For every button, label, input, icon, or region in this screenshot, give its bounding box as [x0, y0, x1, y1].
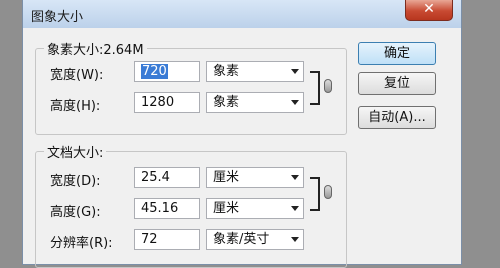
resolution-unit-select[interactable]: 象素/英寸 [206, 229, 304, 250]
doc-height-input[interactable]: 45.16 [134, 198, 200, 219]
close-icon: ✕ [423, 1, 435, 17]
chevron-down-icon [291, 69, 299, 74]
doc-height-unit-select[interactable]: 厘米 [206, 198, 304, 219]
resolution-label: 分辨率(R): [50, 236, 113, 251]
close-button[interactable]: ✕ [405, 0, 453, 21]
pixel-width-unit-select[interactable]: 象素 [206, 61, 304, 82]
doc-height-label: 高度(G): [50, 205, 101, 220]
chevron-down-icon [291, 100, 299, 105]
chain-link-icon[interactable] [324, 79, 332, 93]
doc-width-unit-select[interactable]: 厘米 [206, 167, 304, 188]
document-size-group: 文档大小: 宽度(D): 25.4 厘米 高度(G): 45.16 厘米 分辨率… [35, 142, 347, 268]
image-size-dialog: 图象大小 ✕ 象素大小:2.64M 宽度(W): 720 象素 高度(H): 1… [22, 0, 462, 268]
ok-button[interactable]: 确定 [358, 42, 436, 65]
document-size-legend: 文档大小: [44, 142, 107, 161]
chevron-down-icon [291, 175, 299, 180]
pixel-height-label: 高度(H): [50, 99, 101, 114]
doc-width-label: 宽度(D): [50, 174, 101, 189]
chevron-down-icon [291, 237, 299, 242]
resolution-input[interactable]: 72 [134, 229, 200, 250]
dialog-title: 图象大小 [31, 10, 84, 25]
auto-button[interactable]: 自动(A)... [358, 106, 436, 129]
pixel-dimensions-legend: 象素大小:2.64M [44, 39, 147, 58]
pixel-height-unit-select[interactable]: 象素 [206, 92, 304, 113]
pixel-width-input[interactable]: 720 [134, 61, 200, 82]
title-bar: 图象大小 ✕ [23, 0, 461, 29]
pixel-dimensions-group: 象素大小:2.64M 宽度(W): 720 象素 高度(H): 1280 象素 [35, 39, 347, 135]
pixel-height-input[interactable]: 1280 [134, 92, 200, 113]
doc-width-input[interactable]: 25.4 [134, 167, 200, 188]
pixel-width-label: 宽度(W): [50, 68, 104, 83]
chevron-down-icon [291, 206, 299, 211]
chain-link-icon[interactable] [324, 185, 332, 199]
reset-button[interactable]: 复位 [358, 72, 436, 95]
constrain-bracket [310, 177, 320, 211]
constrain-bracket [310, 71, 320, 105]
dialog-body: 象素大小:2.64M 宽度(W): 720 象素 高度(H): 1280 象素 … [23, 28, 461, 268]
